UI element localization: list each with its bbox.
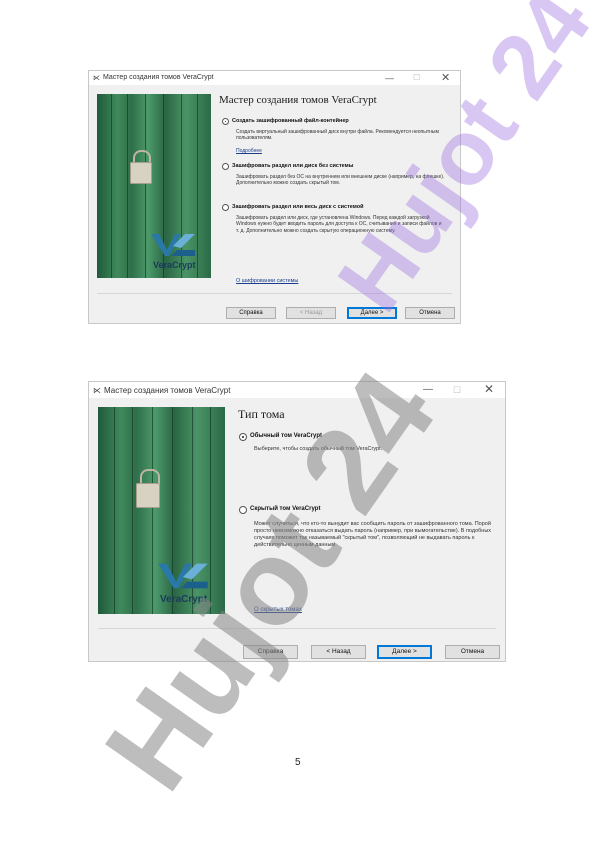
veracrypt-app-icon: ⋉ — [93, 386, 101, 395]
title-bar: ⋉ Мастер создания томов VeraCrypt — ☐ ✕ — [89, 71, 460, 85]
veracrypt-logo-text: VeraCrypt — [160, 594, 208, 605]
minimize-button[interactable]: — — [385, 73, 394, 83]
next-button[interactable]: Далее > — [347, 307, 397, 319]
back-button[interactable]: < Назад — [311, 645, 366, 659]
hidden-volume-link[interactable]: О скрытых томах — [254, 607, 302, 613]
option-label[interactable]: Создать зашифрованный файл-контейнер — [232, 118, 349, 124]
divider — [98, 628, 496, 629]
page-title: Тип тома — [238, 407, 285, 421]
cancel-button[interactable]: Отмена — [405, 307, 455, 319]
maximize-button[interactable]: ☐ — [413, 73, 420, 82]
veracrypt-logo-text: VeraCrypt — [153, 260, 196, 270]
veracrypt-logo-icon — [158, 563, 208, 589]
padlock-door-image: VeraCrypt — [98, 407, 225, 614]
option-description: Зашифровать раздел или диск, где установ… — [236, 215, 442, 234]
veracrypt-app-icon: ⋉ — [93, 75, 100, 82]
more-info-link[interactable]: Подробнее — [236, 148, 262, 154]
option-description: Выберите, чтобы создать обычный том Vera… — [254, 446, 383, 452]
page-title: Мастер создания томов VeraCrypt — [219, 94, 377, 106]
radio-encrypt-non-system-partition[interactable] — [222, 163, 229, 170]
radio-normal-volume[interactable] — [239, 433, 247, 441]
window-title: Мастер создания томов VeraCrypt — [104, 386, 231, 395]
option-label[interactable]: Скрытый том VeraCrypt — [250, 506, 320, 512]
padlock-door-image: VeraCrypt — [97, 94, 211, 278]
title-bar: ⋉ Мастер создания томов VeraCrypt — ☐ ✕ — [89, 382, 505, 398]
help-button[interactable]: Справка — [243, 645, 298, 659]
minimize-button[interactable]: — — [423, 384, 433, 395]
divider — [97, 293, 452, 294]
page-number: 5 — [295, 757, 301, 768]
padlock-icon — [130, 162, 152, 184]
option-description: Создать виртуальный зашифрованный диск в… — [236, 129, 439, 142]
close-button[interactable]: ✕ — [441, 71, 450, 84]
page: { "window1": { "title": "Мастер создания… — [0, 0, 596, 842]
veracrypt-logo-icon — [151, 234, 195, 256]
close-button[interactable]: ✕ — [484, 382, 494, 396]
padlock-icon — [136, 483, 160, 508]
option-label[interactable]: Обычный том VeraCrypt — [250, 433, 322, 439]
option-label[interactable]: Зашифровать раздел или весь диск с систе… — [232, 204, 364, 210]
cancel-button[interactable]: Отмена — [445, 645, 500, 659]
option-description: Может случиться, что кто-то вынудит вас … — [254, 521, 492, 548]
wizard-window-2: ⋉ Мастер создания томов VeraCrypt — ☐ ✕ … — [88, 381, 506, 662]
wizard-window-1: ⋉ Мастер создания томов VeraCrypt — ☐ ✕ … — [88, 70, 461, 324]
option-label[interactable]: Зашифровать раздел или диск без системы — [232, 163, 353, 169]
radio-hidden-volume[interactable] — [239, 506, 247, 514]
option-description: Зашифровать раздел без ОС на внутреннем … — [236, 174, 445, 187]
window-title: Мастер создания томов VeraCrypt — [103, 74, 214, 81]
radio-encrypt-system-partition[interactable] — [222, 204, 229, 211]
maximize-button[interactable]: ☐ — [453, 385, 461, 396]
back-button[interactable]: < Назад — [286, 307, 336, 319]
help-button[interactable]: Справка — [226, 307, 276, 319]
next-button[interactable]: Далее > — [377, 645, 432, 659]
radio-create-file-container[interactable] — [222, 118, 229, 125]
system-encryption-link[interactable]: О шифровании системы — [236, 278, 298, 284]
